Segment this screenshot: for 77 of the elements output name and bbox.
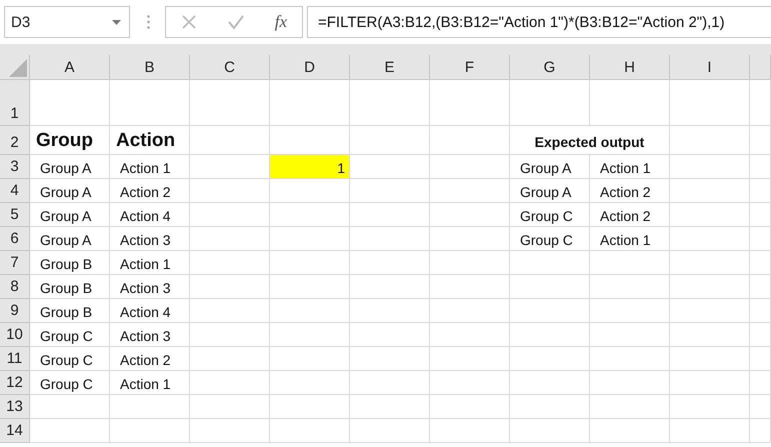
empty-cell (750, 395, 771, 419)
table-cell: Action 4 (110, 299, 190, 323)
table-cell: Group B (30, 275, 110, 299)
table-cell: Action 2 (110, 347, 190, 371)
table-cell: Group A (30, 155, 110, 179)
empty-cell (750, 179, 771, 203)
table-cell: Action 1 (590, 155, 670, 179)
empty-cell (750, 419, 771, 443)
empty-cell (750, 203, 771, 227)
cancel-icon[interactable] (180, 14, 197, 30)
column-header[interactable]: D (270, 55, 350, 80)
column-header[interactable]: E (350, 55, 430, 80)
row-header[interactable]: 8 (0, 275, 30, 299)
empty-cell (750, 80, 771, 126)
caret-icon (112, 20, 121, 24)
row-header[interactable]: 6 (0, 227, 30, 251)
table-cell: Group C (510, 227, 590, 251)
column-header[interactable]: G (510, 55, 590, 80)
column-header[interactable]: F (430, 55, 510, 80)
column-header[interactable]: H (590, 55, 670, 80)
table-cell: Group C (30, 347, 110, 371)
table-cell: Action 1 (110, 251, 190, 275)
row-header[interactable]: 12 (0, 371, 30, 395)
table-cell: Action (110, 126, 190, 155)
row-header[interactable]: 7 (0, 251, 30, 275)
table-cell: 1 (270, 155, 350, 179)
table-cell: Group B (30, 251, 110, 275)
table-cell: Action 1 (110, 155, 190, 179)
column-header[interactable]: I (670, 55, 750, 80)
empty-cell (750, 227, 771, 251)
column-header[interactable] (750, 55, 771, 80)
name-box[interactable]: D3 (4, 6, 130, 38)
empty-cell (750, 155, 771, 179)
row-header[interactable]: 5 (0, 203, 30, 227)
table-cell: Action 3 (110, 227, 190, 251)
column-header[interactable]: A (30, 55, 110, 80)
empty-cell (750, 275, 771, 299)
table-cell: Action 2 (590, 179, 670, 203)
empty-cell (750, 299, 771, 323)
enter-icon[interactable] (226, 14, 245, 30)
empty-cell (750, 251, 771, 275)
table-cell: Group A (510, 155, 590, 179)
empty-cell (750, 371, 771, 395)
row-header[interactable]: 11 (0, 347, 30, 371)
table-cell: Group A (30, 179, 110, 203)
row-header[interactable]: 2 (0, 126, 30, 155)
table-cell: Group A (510, 179, 590, 203)
table-cell: Group C (30, 323, 110, 347)
table-cell: Action 4 (110, 203, 190, 227)
table-cell: Group C (510, 203, 590, 227)
table-cell: Action 2 (590, 203, 670, 227)
row-header[interactable]: 10 (0, 323, 30, 347)
row-header[interactable]: 13 (0, 395, 30, 419)
row-header[interactable]: 1 (0, 80, 30, 126)
formula-field[interactable]: =FILTER(A3:B12,(B3:B12="Action 1")*(B3:B12="Action 2"),1) (307, 6, 771, 38)
table-cell: Group B (30, 299, 110, 323)
row-header[interactable]: 9 (0, 299, 30, 323)
empty-cell (750, 126, 771, 155)
table-cell: Expected output (510, 126, 670, 155)
row-header[interactable]: 14 (0, 419, 30, 443)
table-cell: Group (30, 126, 110, 155)
table-cell: Action 3 (110, 323, 190, 347)
empty-cell (750, 323, 771, 347)
table-cell: Action 3 (110, 275, 190, 299)
more-icon (147, 15, 150, 29)
insert-function-button[interactable]: fx (274, 12, 288, 32)
table-cell: Group A (30, 203, 110, 227)
table-cell: Group C (30, 371, 110, 395)
column-header[interactable]: B (110, 55, 190, 80)
column-header[interactable]: C (190, 55, 270, 80)
table-cell: Group A (30, 227, 110, 251)
row-header[interactable]: 3 (0, 155, 30, 179)
table-cell: Action 2 (110, 179, 190, 203)
empty-cell (750, 347, 771, 371)
table-cell: Action 1 (110, 371, 190, 395)
row-header[interactable]: 4 (0, 179, 30, 203)
table-cell: Action 1 (590, 227, 670, 251)
